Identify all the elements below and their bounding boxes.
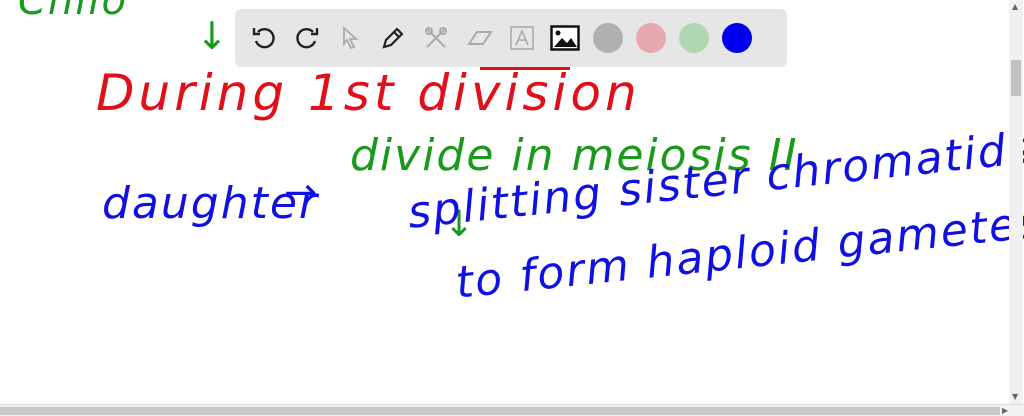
note-line1: During 1st division — [96, 64, 641, 122]
arrow-down-1: ↓ — [196, 14, 230, 58]
horizontal-scrollbar[interactable]: ▶ — [0, 404, 1024, 416]
color-gray-swatch[interactable] — [591, 21, 625, 55]
scroll-down-arrow[interactable]: ▼ — [1012, 392, 1018, 401]
eraser-icon[interactable] — [462, 21, 496, 55]
color-blue-swatch[interactable] — [720, 21, 754, 55]
note-top-cut: Chilo — [18, 0, 128, 24]
redo-icon[interactable] — [290, 21, 324, 55]
text-icon[interactable] — [505, 21, 539, 55]
color-red-swatch[interactable] — [634, 21, 668, 55]
tools-icon[interactable] — [419, 21, 453, 55]
scroll-right-arrow[interactable]: ▶ — [1002, 406, 1008, 415]
arrow-right: → — [284, 170, 320, 216]
horizontal-scroll-thumb[interactable] — [0, 407, 1000, 415]
drawing-toolbar — [235, 9, 787, 67]
pen-icon[interactable] — [376, 21, 410, 55]
undo-icon[interactable] — [247, 21, 281, 55]
scroll-up-arrow[interactable]: ▲ — [1012, 2, 1018, 11]
vertical-scrollbar[interactable]: ▲ ▼ — [1009, 0, 1023, 404]
select-icon[interactable] — [333, 21, 367, 55]
color-green-swatch[interactable] — [677, 21, 711, 55]
image-icon[interactable] — [548, 21, 582, 55]
vertical-scroll-thumb[interactable] — [1011, 60, 1021, 96]
